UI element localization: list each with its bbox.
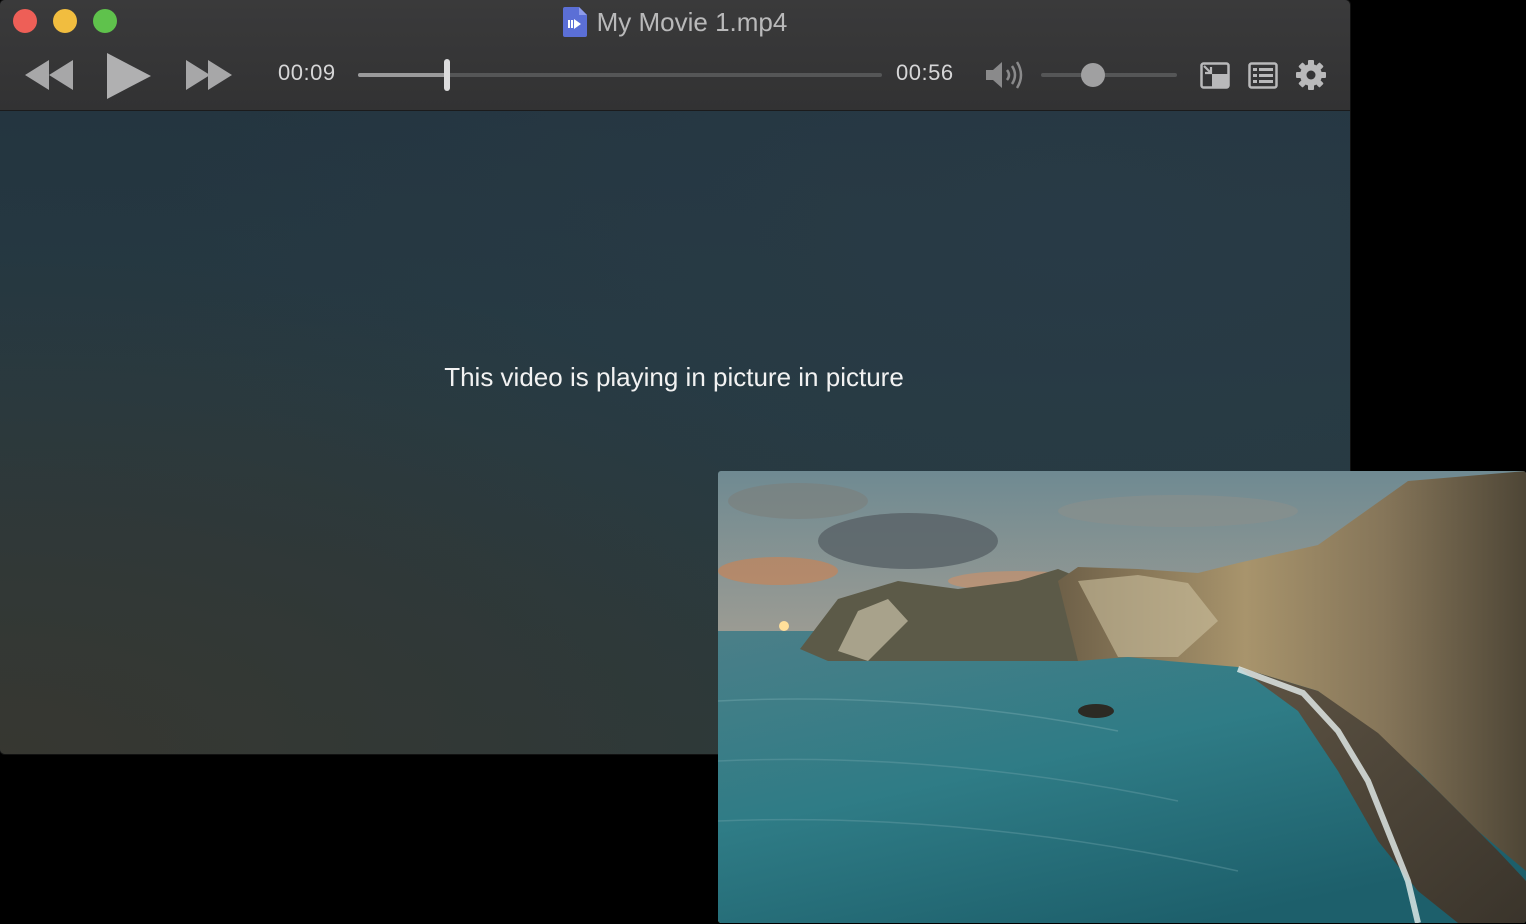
video-file-icon <box>562 7 587 37</box>
rewind-button[interactable] <box>25 58 75 92</box>
window-title: My Movie 1.mp4 <box>596 6 788 37</box>
playlist-button[interactable] <box>1248 62 1278 89</box>
pip-status-message: This video is playing in picture in pict… <box>444 362 904 392</box>
window-title-group: My Movie 1.mp4 <box>0 6 1350 38</box>
elapsed-time: 00:09 <box>278 60 336 85</box>
fast-forward-button[interactable] <box>184 58 234 92</box>
volume-handle[interactable] <box>1080 63 1105 87</box>
video-frame <box>718 471 1526 923</box>
settings-button[interactable] <box>1296 60 1326 90</box>
seek-handle[interactable] <box>444 59 451 91</box>
volume-slider[interactable] <box>1041 63 1177 87</box>
title-bar[interactable]: My Movie 1.mp4 00:09 00:56 <box>0 0 1350 111</box>
volume-icon[interactable] <box>985 60 1023 90</box>
play-button[interactable] <box>105 52 153 100</box>
seek-bar-fill <box>358 73 448 77</box>
picture-in-picture-window[interactable] <box>718 471 1526 923</box>
picture-in-picture-button[interactable] <box>1200 62 1230 89</box>
seek-bar[interactable] <box>358 59 882 91</box>
duration-time: 00:56 <box>896 60 954 85</box>
